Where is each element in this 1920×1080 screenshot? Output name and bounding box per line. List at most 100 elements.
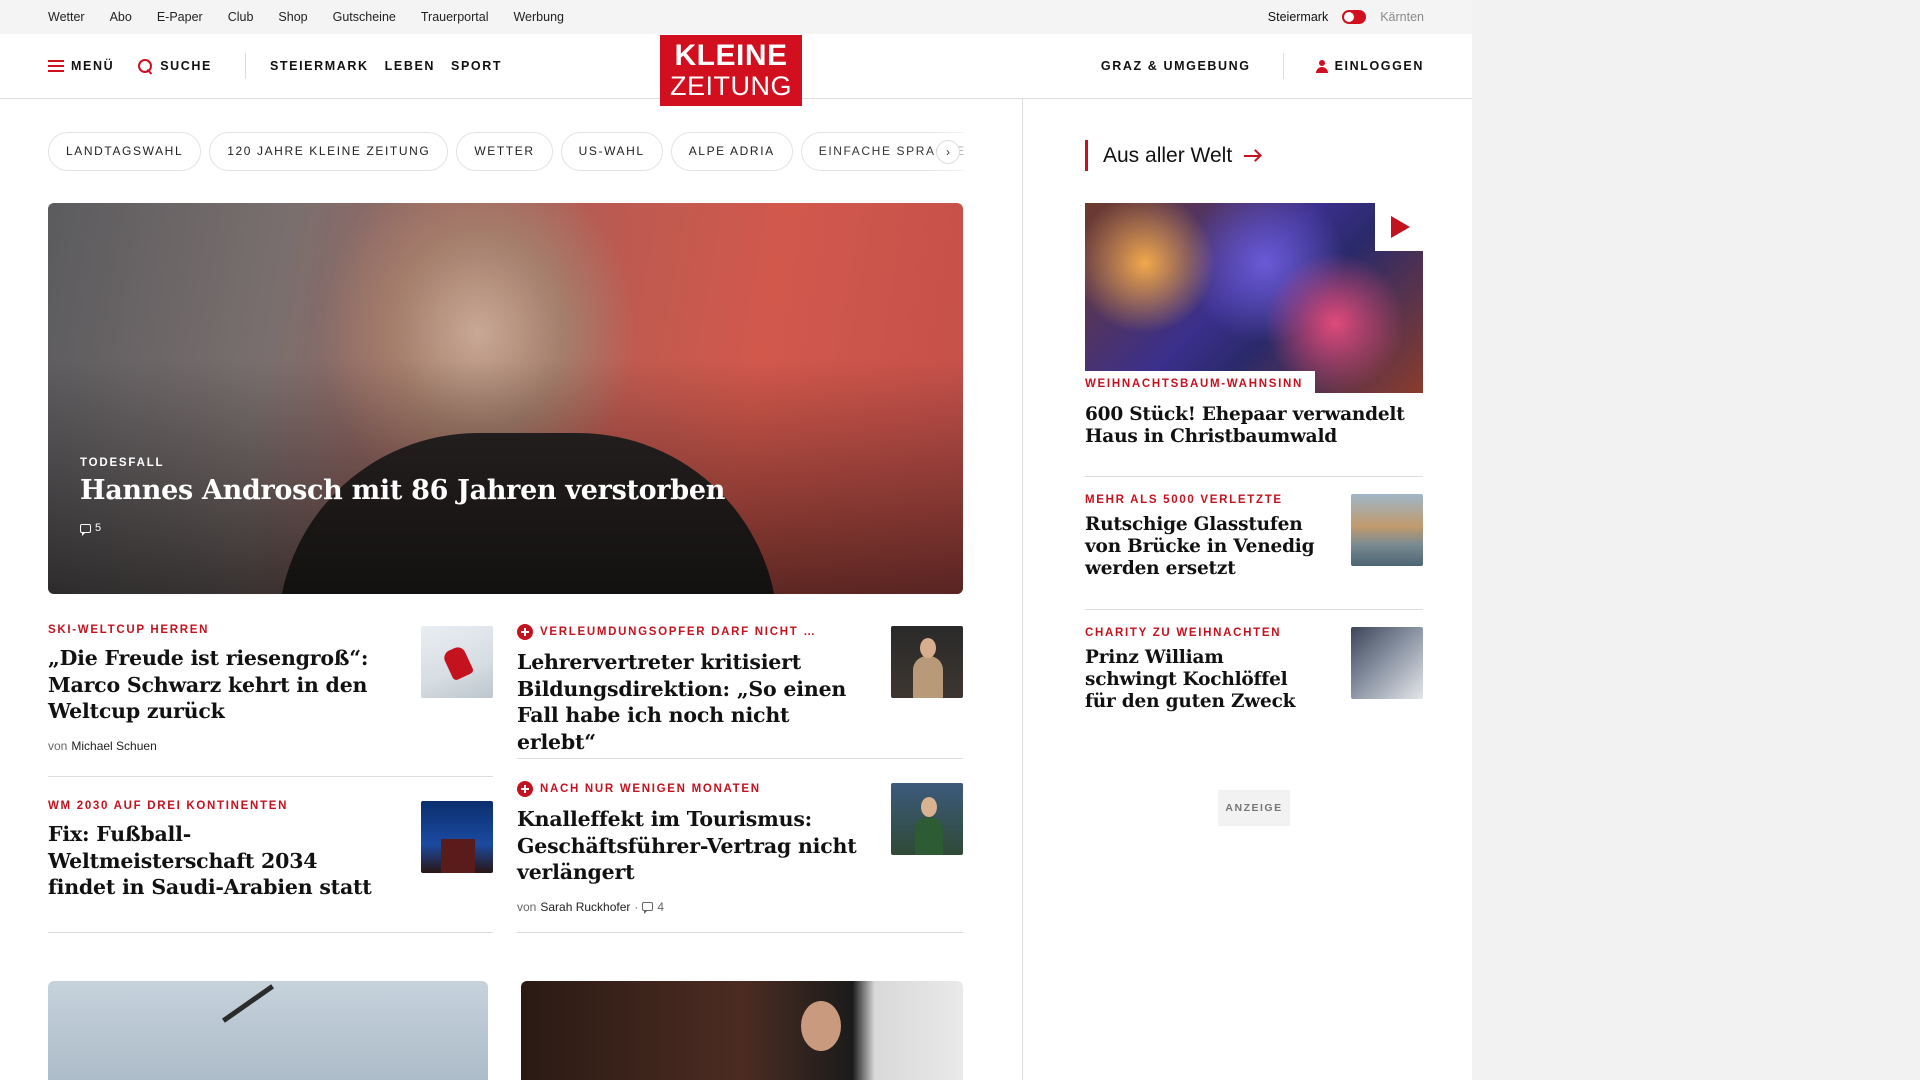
article-thumbnail-lehrer[interactable] — [891, 626, 963, 698]
article-divider — [48, 932, 493, 933]
region-switch: Steiermark Kärnten — [1268, 0, 1424, 34]
header-divider-right — [1282, 53, 1284, 79]
article-divider — [517, 758, 963, 759]
article-kicker: WM 2030 AUF DREI KONTINENTEN — [48, 800, 289, 812]
article-title[interactable]: Knalleffekt im Tourismus: Geschäftsführe… — [517, 806, 862, 886]
utility-link-abo[interactable]: Abo — [110, 10, 132, 24]
author-name[interactable]: Michael Schuen — [71, 739, 156, 753]
article-lehrervertreter[interactable]: VERLEUMDUNGSOPFER DARF NICHT … Lehrerver… — [517, 624, 862, 755]
search-button[interactable]: SUCHE — [138, 58, 212, 74]
sidebar-feature-title[interactable]: 600 Stück! Ehepaar verwandelt Haus in Ch… — [1085, 404, 1415, 448]
topic-chip-wetter[interactable]: WETTER — [456, 131, 553, 171]
article-kicker: NACH NUR WENIGEN MONATEN — [517, 781, 862, 797]
article-ski-weltcup[interactable]: SKI-WELTCUP HERREN „Die Freude ist riese… — [48, 624, 378, 753]
hero-title[interactable]: Hannes Androsch mit 86 Jahren verstorben — [80, 475, 725, 506]
article-thumbnail-tourismus[interactable] — [891, 783, 963, 855]
column-divider — [1022, 99, 1023, 1080]
author-name[interactable]: Sarah Ruckhofer — [540, 900, 630, 914]
utility-link-wetter[interactable]: Wetter — [48, 10, 85, 24]
play-icon[interactable] — [1375, 203, 1423, 251]
topic-chip-alpe-adria[interactable]: ALPE ADRIA — [670, 131, 793, 171]
article-meta: von Michael Schuen — [48, 739, 378, 753]
sidebar-feature-kicker: WEIHNACHTSBAUM-WAHNSINN — [1085, 371, 1315, 393]
meta-separator: · — [634, 899, 639, 914]
sidebar-item-title[interactable]: Rutschige Glasstufen von Brücke in Vened… — [1085, 514, 1315, 580]
hero-comment-count: 5 — [95, 522, 102, 534]
comment-icon — [80, 523, 91, 536]
logo-line-1: KLEINE — [674, 39, 788, 72]
topic-chip-120-jahre[interactable]: 120 JAHRE KLEINE ZEITUNG — [209, 131, 449, 171]
teaser-image-right[interactable] — [521, 981, 963, 1080]
utility-link-trauerportal[interactable]: Trauerportal — [421, 10, 489, 24]
article-title[interactable]: Fix: Fußball-Weltmeisterschaft 2034 find… — [48, 821, 378, 901]
header-right: GRAZ & UMGEBUNG EINLOGGEN — [1101, 34, 1424, 98]
teaser-image-left[interactable] — [48, 981, 488, 1080]
search-label: SUCHE — [160, 59, 212, 73]
region-graz-button[interactable]: GRAZ & UMGEBUNG — [1101, 59, 1251, 73]
article-title[interactable]: Lehrervertreter kritisiert Bildungsdirek… — [517, 649, 862, 755]
hero-image-shade — [48, 203, 963, 594]
article-kicker: SKI-WELTCUP HERREN — [48, 624, 210, 636]
article-title[interactable]: „Die Freude ist riesengroß“: Marco Schwa… — [48, 645, 378, 725]
search-icon — [138, 58, 153, 74]
main-header: MENÜ SUCHE STEIERMARK LEBEN SPORT KLEINE… — [0, 34, 1472, 106]
menu-button[interactable]: MENÜ — [48, 59, 114, 73]
region-steiermark[interactable]: Steiermark — [1268, 10, 1328, 24]
section-title-text: Aus aller Welt — [1103, 143, 1233, 167]
region-kaernten[interactable]: Kärnten — [1380, 10, 1424, 24]
comment-count[interactable]: 4 — [657, 900, 664, 914]
sidebar-divider — [1085, 609, 1423, 610]
arrow-right-icon — [1244, 150, 1262, 162]
utility-link-epaper[interactable]: E-Paper — [157, 10, 203, 24]
kleine-zeitung-logo[interactable]: KLEINE ZEITUNG — [660, 35, 802, 106]
topic-chips: LANDTAGSWAHL 120 JAHRE KLEINE ZEITUNG WE… — [48, 131, 964, 171]
hero-kicker: TODESFALL — [80, 457, 165, 469]
article-fussball-wm[interactable]: WM 2030 AUF DREI KONTINENTEN Fix: Fußbal… — [48, 800, 378, 901]
chevron-right-icon[interactable]: › — [936, 140, 960, 164]
utility-links: Wetter Abo E-Paper Club Shop Gutscheine … — [48, 0, 564, 34]
byline-prefix: von — [48, 738, 68, 753]
topic-chip-landtagswahl[interactable]: LANDTAGSWAHL — [48, 131, 202, 171]
hero-article[interactable]: TODESFALL Hannes Androsch mit 86 Jahren … — [48, 203, 963, 594]
region-toggle[interactable] — [1342, 10, 1367, 24]
article-meta: von Sarah Ruckhofer · 4 — [517, 900, 862, 914]
article-thumbnail-fifa[interactable] — [421, 801, 493, 873]
sidebar-thumbnail-venedig[interactable] — [1351, 494, 1423, 566]
header-divider — [244, 53, 246, 79]
topic-chip-us-wahl[interactable]: US-WAHL — [560, 131, 663, 171]
ad-label: ANZEIGE — [1218, 790, 1290, 826]
sidebar-thumbnail-william[interactable] — [1351, 627, 1423, 699]
article-kicker-text: NACH NUR WENIGEN MONATEN — [540, 783, 761, 795]
article-divider — [48, 776, 493, 777]
article-thumbnail-ski[interactable] — [421, 626, 493, 698]
plus-premium-icon — [517, 624, 533, 640]
article-kicker-text: VERLEUMDUNGSOPFER DARF NICHT … — [540, 626, 817, 638]
utility-link-shop[interactable]: Shop — [278, 10, 307, 24]
utility-bar: Wetter Abo E-Paper Club Shop Gutscheine … — [0, 0, 1472, 34]
hero-comments[interactable]: 5 — [80, 522, 725, 536]
utility-link-gutscheine[interactable]: Gutscheine — [333, 10, 396, 24]
header-left: MENÜ SUCHE STEIERMARK LEBEN SPORT — [48, 34, 502, 98]
page: Wetter Abo E-Paper Club Shop Gutscheine … — [0, 0, 1472, 1080]
sidebar-item-title[interactable]: Prinz William schwingt Kochlöffel für de… — [1085, 647, 1315, 713]
comment-icon — [642, 902, 654, 914]
sidebar-feature-image[interactable]: WEIHNACHTSBAUM-WAHNSINN — [1085, 203, 1423, 393]
utility-link-club[interactable]: Club — [228, 10, 254, 24]
menu-label: MENÜ — [71, 59, 115, 73]
byline-prefix: von — [517, 899, 537, 914]
utility-link-werbung[interactable]: Werbung — [513, 10, 564, 24]
sidebar-item-kicker: CHARITY ZU WEIHNACHTEN — [1085, 627, 1282, 639]
sidebar-item-kicker: MEHR ALS 5000 VERLETZTE — [1085, 494, 1283, 506]
plus-premium-icon — [517, 781, 533, 797]
article-kicker: VERLEUMDUNGSOPFER DARF NICHT … — [517, 624, 862, 640]
login-label: EINLOGGEN — [1334, 59, 1424, 73]
section-title-aus-aller-welt[interactable]: Aus aller Welt — [1085, 140, 1262, 171]
nav-sport[interactable]: SPORT — [451, 59, 502, 73]
nav-steiermark[interactable]: STEIERMARK — [270, 59, 369, 73]
article-tourismus[interactable]: NACH NUR WENIGEN MONATEN Knalleffekt im … — [517, 781, 862, 914]
hero-caption: TODESFALL Hannes Androsch mit 86 Jahren … — [80, 457, 725, 536]
sidebar-divider — [1085, 476, 1423, 477]
login-button[interactable]: EINLOGGEN — [1315, 59, 1424, 73]
hamburger-icon — [48, 60, 64, 72]
nav-leben[interactable]: LEBEN — [385, 59, 435, 73]
